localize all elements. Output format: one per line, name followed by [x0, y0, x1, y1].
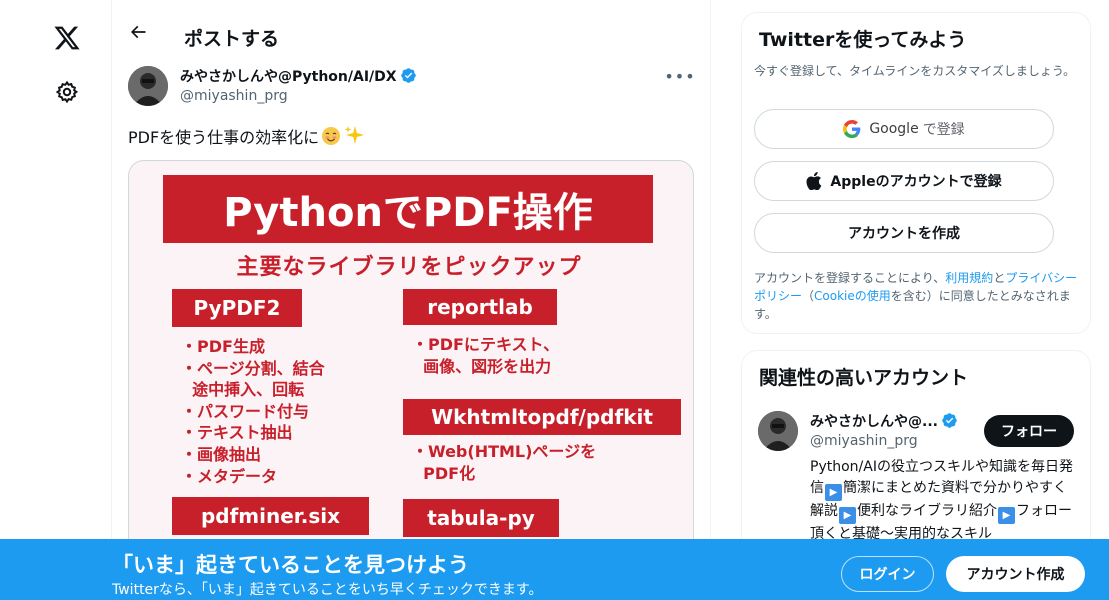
- main-column: ポストする みやさかしんや@Python/AI/DX @miyashin_prg…: [112, 0, 711, 600]
- author-name[interactable]: みやさかしんや@Python/AI/DX: [180, 66, 417, 88]
- back-arrow-icon[interactable]: [124, 18, 152, 46]
- library-item: PDF化: [412, 463, 476, 483]
- related-account-name[interactable]: みやさかしんや@...: [810, 411, 958, 433]
- poster-subtitle: 主要なライブラリをピックアップ: [236, 255, 582, 280]
- related-account-name-text: みやさかしんや@...: [810, 414, 938, 430]
- terms-text: アカウントを登録することにより、利用規約とプライバシーポリシー（Cookieの使…: [754, 269, 1082, 323]
- library-item: ・メタデータ: [181, 466, 278, 486]
- post-author: みやさかしんや@Python/AI/DX @miyashin_prg •••: [128, 64, 695, 110]
- library-items-reportlab: ・PDFにテキスト、 画像、図形を出力: [412, 334, 559, 377]
- library-items-wkhtmltopdf: ・Web(HTML)ページを PDF化: [412, 441, 596, 484]
- google-signup-suffix: で登録: [922, 122, 965, 138]
- author-handle[interactable]: @miyashin_prg: [180, 88, 288, 104]
- apple-signup-label: Appleのアカウントで登録: [830, 174, 1002, 190]
- bottom-bar-subtitle: Twitterなら、「いま」起きていることをいち早くチェックできます。: [112, 582, 543, 598]
- poster-banner: PythonでPDF操作: [163, 175, 653, 243]
- google-icon: [843, 120, 861, 138]
- more-icon[interactable]: •••: [664, 66, 694, 86]
- right-sidebar: Twitterを使ってみよう 今すぐ登録して、タイムラインをカスタマイズしましょ…: [741, 0, 1091, 600]
- avatar[interactable]: [128, 66, 168, 106]
- verified-badge-icon: [400, 67, 417, 88]
- library-heading-tabula: tabula-py: [403, 499, 559, 537]
- create-account-label: アカウントを作成: [848, 226, 960, 242]
- signup-card-title: Twitterを使ってみよう: [759, 29, 967, 51]
- left-rail: [0, 0, 112, 600]
- library-item: ・パスワード付与: [181, 401, 310, 421]
- verified-badge-icon: [941, 412, 958, 433]
- terms-link[interactable]: 利用規約: [945, 271, 993, 285]
- google-signup-label: Google: [869, 121, 919, 137]
- library-item: ・テキスト抽出: [181, 423, 293, 443]
- library-item: 画像、図形を出力: [412, 356, 552, 376]
- library-heading-pdfminer: pdfminer.six: [172, 497, 369, 535]
- avatar[interactable]: [758, 411, 798, 451]
- library-item: ・ページ分割、結合: [181, 358, 325, 378]
- play-button-icon: ▶: [825, 483, 842, 501]
- play-button-icon: ▶: [839, 506, 856, 524]
- sparkles-icon: [343, 124, 365, 150]
- library-heading-reportlab: reportlab: [403, 289, 557, 325]
- google-signup-button[interactable]: Google で登録: [754, 109, 1054, 149]
- follow-button[interactable]: フォロー: [984, 415, 1074, 447]
- signup-card-description: 今すぐ登録して、タイムラインをカスタマイズしましょう。: [754, 64, 1076, 78]
- bottom-signup-bar: 「いま」起きていることを見つけよう Twitterなら、「いま」起きていることを…: [0, 539, 1109, 600]
- signup-card: Twitterを使ってみよう 今すぐ登録して、タイムラインをカスタマイズしましょ…: [741, 12, 1091, 334]
- x-logo-icon[interactable]: [41, 12, 93, 64]
- page-title: ポストする: [184, 28, 280, 50]
- smiling-face-icon: [321, 126, 341, 150]
- post-image[interactable]: PythonでPDF操作 主要なライブラリをピックアップ PyPDF2 ・PDF…: [128, 160, 694, 600]
- related-accounts-title: 関連性の高いアカウント: [759, 367, 969, 389]
- terms-mid: （: [802, 289, 815, 303]
- post-text-content: PDFを使う仕事の効率化に: [128, 128, 320, 147]
- signup-button[interactable]: アカウント作成: [946, 556, 1085, 592]
- terms-and: と: [993, 271, 1006, 285]
- gear-icon[interactable]: [41, 66, 93, 118]
- library-item: ・PDFにテキスト、: [412, 335, 560, 354]
- related-account-bio: Python/AIの役立つスキルや知識を毎日発信 ▶ 簡潔にまとめた資料で分かりやす…: [810, 457, 1080, 544]
- apple-signup-button[interactable]: Appleのアカウントで登録: [754, 161, 1054, 201]
- author-name-text: みやさかしんや@Python/AI/DX: [180, 69, 397, 85]
- library-item: ・画像抽出: [181, 444, 262, 464]
- create-account-button[interactable]: アカウントを作成: [754, 213, 1054, 253]
- library-item: 途中挿入、回転: [181, 380, 305, 400]
- app-root: ポストする みやさかしんや@Python/AI/DX @miyashin_prg…: [0, 0, 1109, 600]
- apple-icon: [806, 172, 822, 190]
- related-account-handle: @miyashin_prg: [810, 433, 918, 449]
- post-text: PDFを使う仕事の効率化に: [128, 124, 365, 150]
- bottom-bar-title: 「いま」起きていることを見つけよう: [112, 553, 469, 577]
- library-heading-wkhtmltopdf: Wkhtmltopdf/pdfkit: [403, 399, 681, 435]
- login-button[interactable]: ログイン: [841, 556, 934, 592]
- bio-text: 便利なライブラリ紹介: [857, 502, 997, 519]
- terms-prefix: アカウントを登録することにより、: [754, 271, 946, 285]
- library-heading-pypdf2: PyPDF2: [172, 289, 302, 327]
- top-bar: ポストする: [112, 0, 710, 53]
- library-item: ・PDF生成: [181, 337, 265, 356]
- library-item: ・Web(HTML)ページを: [412, 442, 597, 461]
- library-items-pypdf2: ・PDF生成 ・ページ分割、結合 途中挿入、回転 ・パスワード付与 ・テキスト抽…: [181, 336, 325, 487]
- cookie-link[interactable]: Cookieの使用: [814, 289, 891, 303]
- play-button-icon: ▶: [998, 506, 1015, 524]
